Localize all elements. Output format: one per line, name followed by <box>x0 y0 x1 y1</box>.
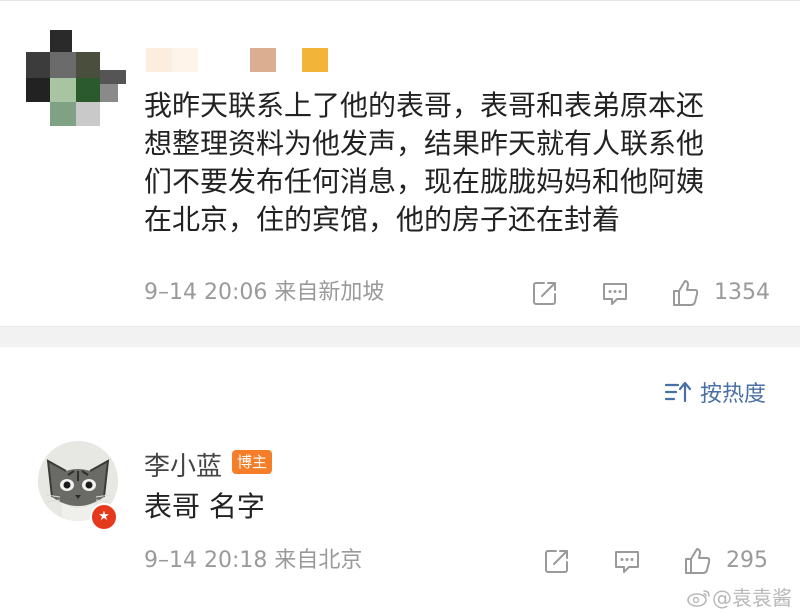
avatar-pixel <box>76 78 100 102</box>
comment-line: 们不要发布任何消息，现在胧胧妈妈和他阿姨 <box>144 165 705 198</box>
avatar-pixel <box>26 52 50 78</box>
name-pixel <box>250 48 276 72</box>
avatar[interactable] <box>26 30 126 130</box>
like-icon[interactable] <box>670 278 700 308</box>
name-pixel <box>172 48 198 72</box>
sort-by-hot-button[interactable]: 按热度 <box>664 376 766 408</box>
comment-line: 在北京，住的宾馆，他的房子还在封着 <box>144 203 621 236</box>
section-separator <box>0 326 800 347</box>
comment-icon[interactable] <box>612 546 642 576</box>
reply-author-name[interactable]: 李小蓝 <box>144 446 222 483</box>
comment-meta-row: 9–14 20:06 来自新加坡 1354 <box>144 278 774 308</box>
watermark: @袁袁酱 <box>686 582 792 611</box>
avatar-pixel <box>50 30 72 52</box>
avatar-pixel <box>50 78 76 102</box>
avatar-pixel <box>100 84 118 102</box>
avatar-pixel <box>100 70 126 84</box>
name-pixel <box>302 48 328 72</box>
watermark-text: @袁袁酱 <box>712 586 792 610</box>
comment-text: 我昨天联系上了他的表哥，表哥和表弟原本还 想整理资料为他发声，结果昨天就有人联系… <box>144 87 774 239</box>
like-count: 295 <box>726 548 768 573</box>
avatar-pixel <box>50 102 76 126</box>
like-count: 1354 <box>714 280 770 305</box>
comment-line: 想整理资料为他发声，结果昨天就有人联系他 <box>144 127 705 160</box>
share-icon[interactable] <box>530 278 560 308</box>
like-icon[interactable] <box>682 546 712 576</box>
sort-label: 按热度 <box>700 382 767 407</box>
weibo-logo-icon <box>687 589 710 607</box>
avatar-pixel <box>76 102 100 126</box>
verified-badge-icon: ★ <box>90 503 118 531</box>
avatar-pixel <box>26 78 50 102</box>
avatar-pixel <box>76 52 100 78</box>
reply-text: 表哥 名字 <box>144 490 265 523</box>
comment-line: 我昨天联系上了他的表哥，表哥和表弟原本还 <box>144 89 705 122</box>
top-divider <box>0 0 800 1</box>
comment-icon[interactable] <box>600 278 630 308</box>
share-icon[interactable] <box>542 546 572 576</box>
avatar-pixel <box>50 52 76 78</box>
reply-timestamp-location: 9–14 20:18 来自北京 <box>144 548 363 573</box>
name-pixel <box>146 48 172 72</box>
sort-icon <box>664 381 692 403</box>
username-redacted[interactable] <box>146 48 346 76</box>
comment-timestamp-location: 9–14 20:06 来自新加坡 <box>144 280 385 305</box>
author-badge: 博主 <box>232 450 273 474</box>
reply-meta-row: 9–14 20:18 来自北京 295 <box>144 546 774 576</box>
